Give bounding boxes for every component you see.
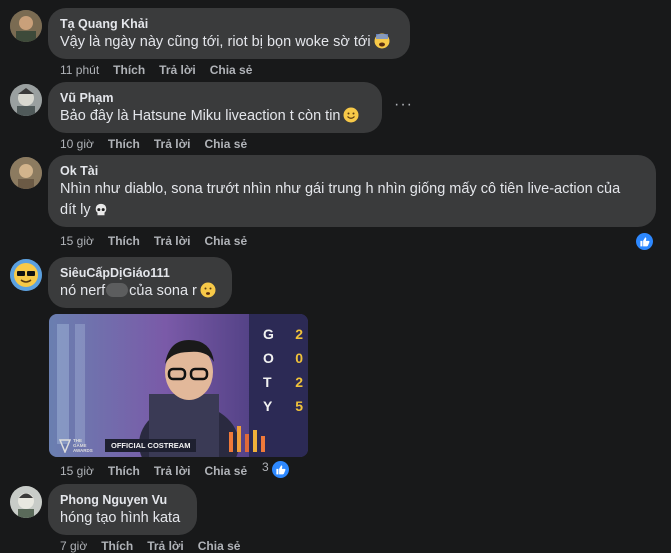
reply-button[interactable]: Trả lời bbox=[154, 464, 191, 478]
share-button[interactable]: Chia sẻ bbox=[198, 539, 241, 553]
comment-bubble: Phong Nguyen Vu hóng tạo hình kata bbox=[48, 484, 197, 535]
comment-author[interactable]: Vũ Phạm bbox=[60, 90, 370, 106]
frowning-face-emoji-icon bbox=[200, 282, 216, 305]
reply-button[interactable]: Trả lời bbox=[154, 137, 191, 151]
goty-logo: G2 O0 T2 Y5 bbox=[263, 326, 303, 414]
game-awards-icon bbox=[59, 438, 71, 453]
comment-actions: 7 giờ Thích Trả lời Chia sẻ bbox=[60, 539, 254, 553]
anxious-face-emoji-icon bbox=[374, 33, 390, 56]
comment-text: nó nerf của sona r bbox=[60, 281, 220, 305]
smiling-face-emoji-icon bbox=[343, 107, 359, 130]
like-reaction-icon bbox=[272, 461, 290, 478]
comment-author[interactable]: Ok Tài bbox=[60, 163, 644, 179]
share-button[interactable]: Chia sẻ bbox=[204, 464, 247, 478]
avatar[interactable] bbox=[10, 259, 42, 291]
comment-time[interactable]: 11 phút bbox=[60, 63, 99, 77]
reply-button[interactable]: Trả lời bbox=[159, 63, 196, 77]
like-button[interactable]: Thích bbox=[108, 137, 140, 151]
comment-actions: 11 phút Thích Trả lời Chia sẻ bbox=[60, 63, 266, 77]
comment-bubble: Ok Tài Nhìn như diablo, sona trướt nhìn … bbox=[48, 155, 656, 227]
comment-time[interactable]: 7 giờ bbox=[60, 539, 87, 553]
comment-author[interactable]: Phong Nguyen Vu bbox=[60, 492, 185, 508]
comment-actions: 15 giờ Thích Trả lời Chia sẻ bbox=[60, 464, 261, 478]
comment-text: Vậy là ngày này cũng tới, riot bị bọn wo… bbox=[60, 32, 398, 56]
comment-author[interactable]: SiêuCấpDịGiáo111 bbox=[60, 265, 220, 281]
comment-time[interactable]: 15 giờ bbox=[60, 234, 94, 248]
comment-time[interactable]: 10 giờ bbox=[60, 137, 94, 151]
skull-emoji-icon bbox=[94, 203, 108, 224]
comment-image[interactable]: G2 O0 T2 Y5 THE GAME AWARDS OFFICIAL COS… bbox=[49, 314, 308, 457]
share-button[interactable]: Chia sẻ bbox=[204, 234, 247, 248]
official-costream-banner: OFFICIAL COSTREAM bbox=[105, 439, 197, 452]
like-button[interactable]: Thích bbox=[108, 464, 140, 478]
comment-time[interactable]: 15 giờ bbox=[60, 464, 94, 478]
comment-actions: 10 giờ Thích Trả lời Chia sẻ bbox=[60, 137, 261, 151]
comment-text-line-2: dít ly bbox=[60, 200, 644, 224]
avatar[interactable] bbox=[10, 486, 42, 518]
reaction-count: 3 bbox=[262, 460, 269, 474]
comment-text: Bảo đây là Hatsune Miku liveaction t còn… bbox=[60, 106, 370, 130]
like-reaction-icon[interactable] bbox=[636, 230, 653, 250]
comment-bubble: Vũ Phạm Bảo đây là Hatsune Miku liveacti… bbox=[48, 82, 382, 133]
avatar[interactable] bbox=[10, 10, 42, 42]
reply-button[interactable]: Trả lời bbox=[147, 539, 184, 553]
avatar[interactable] bbox=[10, 84, 42, 116]
comment-text: hóng tạo hình kata bbox=[60, 510, 181, 526]
avatar[interactable] bbox=[10, 157, 42, 189]
reply-button[interactable]: Trả lời bbox=[154, 234, 191, 248]
comment-bubble: Tạ Quang Khải Vậy là ngày này cũng tới, … bbox=[48, 8, 410, 59]
reaction-summary[interactable]: 3 bbox=[262, 460, 290, 478]
more-options-icon[interactable]: ··· bbox=[394, 96, 413, 114]
like-button[interactable]: Thích bbox=[101, 539, 133, 553]
share-button[interactable]: Chia sẻ bbox=[210, 63, 253, 77]
like-button[interactable]: Thích bbox=[113, 63, 145, 77]
comment-author[interactable]: Tạ Quang Khải bbox=[60, 16, 398, 32]
censored-blur bbox=[106, 283, 129, 297]
comment-bubble: SiêuCấpDịGiáo111 nó nerf của sona r bbox=[48, 257, 232, 308]
share-button[interactable]: Chia sẻ bbox=[204, 137, 247, 151]
comment-actions: 15 giờ Thích Trả lời Chia sẻ bbox=[60, 234, 261, 248]
game-awards-logo: THE GAME AWARDS bbox=[59, 438, 93, 453]
comment-text-line-1: Nhìn như diablo, sona trướt nhìn như gái… bbox=[60, 181, 621, 197]
like-button[interactable]: Thích bbox=[108, 234, 140, 248]
